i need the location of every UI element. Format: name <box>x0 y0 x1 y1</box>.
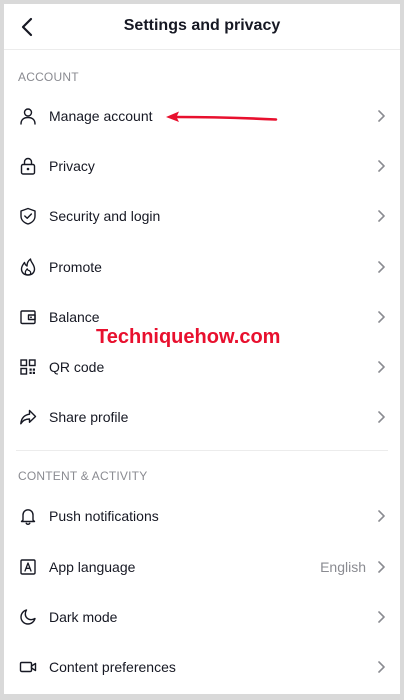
chevron-right-icon <box>374 159 388 173</box>
settings-item-label: Security and login <box>49 208 161 225</box>
settings-screen: Settings and privacy ACCOUNT Manage acco… <box>4 4 400 694</box>
settings-item-dark-mode[interactable]: Dark mode <box>4 592 400 642</box>
settings-item-label: Dark mode <box>49 608 118 625</box>
settings-item-label: Content preferences <box>49 658 176 675</box>
settings-item-push-notifications[interactable]: Push notifications <box>4 491 400 541</box>
section-label-content-activity: CONTENT & ACTIVITY <box>18 469 148 484</box>
flame-icon <box>18 257 38 277</box>
settings-item-label: Balance <box>49 308 100 325</box>
settings-item-privacy[interactable]: Privacy <box>4 141 400 191</box>
language-icon <box>18 557 38 577</box>
chevron-right-icon <box>374 260 388 274</box>
settings-item-label: Share profile <box>49 409 129 426</box>
chevron-right-icon <box>374 660 388 674</box>
settings-item-label: Promote <box>49 258 102 275</box>
settings-item-label: QR code <box>49 359 105 376</box>
settings-item-promote[interactable]: Promote <box>4 242 400 292</box>
video-camera-icon <box>18 657 38 677</box>
chevron-right-icon <box>374 310 388 324</box>
chevron-right-icon <box>374 560 388 574</box>
qr-code-icon <box>18 357 38 377</box>
wallet-icon <box>18 307 38 327</box>
settings-item-label: Privacy <box>49 158 95 175</box>
red-arrow-annotation <box>164 108 284 128</box>
chevron-right-icon <box>374 410 388 424</box>
settings-item-security-and-login[interactable]: Security and login <box>4 191 400 241</box>
settings-item-share-profile[interactable]: Share profile <box>4 392 400 442</box>
shield-icon <box>18 206 38 226</box>
settings-item-qr-code[interactable]: QR code <box>4 342 400 392</box>
section-label-account: ACCOUNT <box>18 70 79 84</box>
settings-item-app-language[interactable]: App language English <box>4 542 400 592</box>
watermark-text: Techniquehow.com <box>96 326 281 348</box>
lock-icon <box>18 156 38 176</box>
settings-item-content-preferences[interactable]: Content preferences <box>4 642 400 692</box>
chevron-right-icon <box>374 610 388 624</box>
chevron-right-icon <box>374 209 388 223</box>
section-divider <box>16 450 388 452</box>
share-icon <box>18 407 38 427</box>
header: Settings and privacy <box>4 4 400 50</box>
chevron-right-icon <box>374 509 388 523</box>
person-icon <box>18 106 38 126</box>
page-title: Settings and privacy <box>123 17 281 34</box>
settings-item-label: Push notifications <box>49 508 159 525</box>
chevron-right-icon <box>374 360 388 374</box>
current-language-value: English <box>320 558 366 575</box>
chevron-right-icon <box>374 109 388 123</box>
bell-icon <box>18 506 38 526</box>
settings-item-label: App language <box>49 558 136 575</box>
moon-icon <box>18 607 38 627</box>
